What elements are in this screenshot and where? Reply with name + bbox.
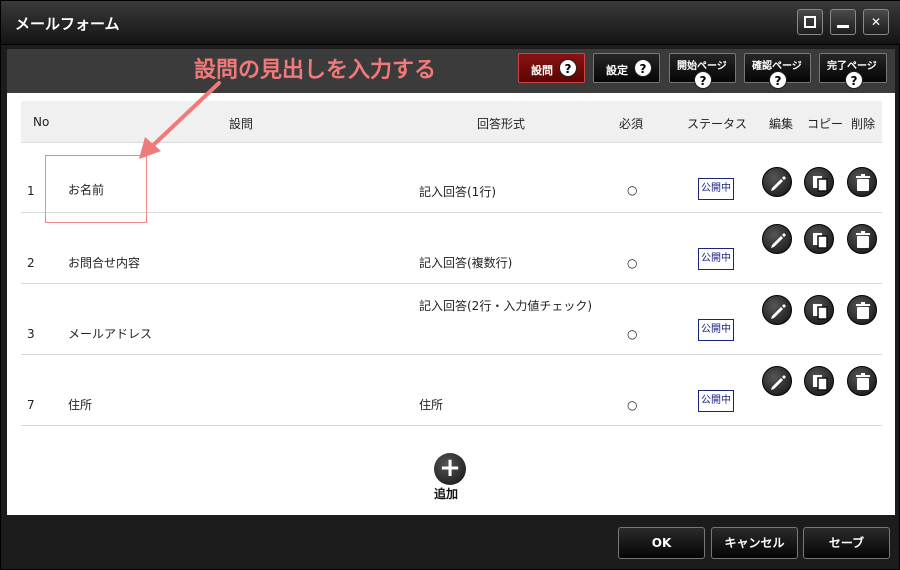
- tab-settings[interactable]: 設定 ?: [593, 53, 660, 83]
- row-no: 2: [27, 256, 35, 270]
- status-badge[interactable]: 公開中: [698, 248, 734, 270]
- col-edit: 編集: [769, 117, 794, 131]
- row-no: 3: [27, 327, 35, 341]
- table-row[interactable]: 7 住所 住所 ○ 公開中: [21, 355, 882, 426]
- copy-button[interactable]: [804, 366, 834, 396]
- edit-button[interactable]: [762, 366, 792, 396]
- table-row[interactable]: 2 お問合せ内容 記入回答(複数行) ○ 公開中: [21, 213, 882, 284]
- tab-confirm-page[interactable]: 確認ページ ?: [744, 53, 811, 89]
- edit-button[interactable]: [762, 167, 792, 197]
- edit-icon: [771, 176, 786, 191]
- annotation-highlight-box: [45, 155, 147, 223]
- help-icon[interactable]: ?: [769, 71, 787, 89]
- col-question: 設問: [229, 117, 254, 131]
- col-required: 必須: [619, 117, 644, 131]
- col-format: 回答形式: [477, 117, 526, 131]
- add-question-button[interactable]: +: [434, 453, 466, 485]
- edit-button[interactable]: [762, 295, 792, 325]
- row-no: 7: [27, 398, 35, 412]
- delete-button[interactable]: [847, 167, 877, 197]
- delete-icon: [856, 302, 870, 319]
- row-format: 記入回答(2行・入力値チェック): [419, 299, 592, 313]
- delete-button[interactable]: [847, 366, 877, 396]
- add-label: 追加: [434, 487, 459, 501]
- col-copy: コピー: [807, 117, 844, 131]
- annotation-arrow: [139, 81, 221, 159]
- title-bar[interactable]: メールフォーム ✕: [1, 1, 900, 45]
- status-badge[interactable]: 公開中: [698, 178, 734, 200]
- row-required: ○: [627, 398, 638, 412]
- tab-label: 確認ページ: [752, 61, 802, 72]
- copy-icon: [813, 233, 828, 249]
- tab-label: 設定: [606, 64, 628, 77]
- edit-icon: [771, 233, 786, 248]
- copy-icon: [813, 304, 828, 320]
- help-icon[interactable]: ?: [559, 59, 577, 77]
- delete-icon: [856, 174, 870, 191]
- row-question[interactable]: 住所: [68, 396, 92, 413]
- tab-label: 設問: [531, 64, 553, 77]
- tab-label: 開始ページ: [677, 61, 727, 72]
- window-title: メールフォーム: [15, 15, 120, 33]
- close-icon: ✕: [870, 15, 882, 29]
- copy-button[interactable]: [804, 167, 834, 197]
- close-button[interactable]: ✕: [863, 9, 889, 35]
- col-delete: 削除: [851, 117, 876, 131]
- tab-start-page[interactable]: 開始ページ ?: [669, 53, 736, 89]
- help-icon[interactable]: ?: [694, 71, 712, 89]
- save-button[interactable]: セーブ: [803, 527, 890, 559]
- delete-button[interactable]: [847, 295, 877, 325]
- maximize-button[interactable]: [797, 9, 823, 35]
- col-no: No: [33, 115, 50, 129]
- edit-icon: [771, 375, 786, 390]
- tab-label: 完了ページ: [827, 61, 877, 72]
- tab-complete-page[interactable]: 完了ページ ?: [819, 53, 887, 89]
- minimize-button[interactable]: [830, 9, 856, 35]
- minimize-icon: [837, 25, 849, 28]
- copy-icon: [813, 176, 828, 192]
- table-row[interactable]: 3 メールアドレス 記入回答(2行・入力値チェック) ○ 公開中: [21, 284, 882, 355]
- row-format: 記入回答(1行): [419, 185, 496, 199]
- row-question[interactable]: お問合せ内容: [68, 254, 140, 271]
- status-badge[interactable]: 公開中: [698, 319, 734, 341]
- annotation-text: 設問の見出しを入力する: [194, 58, 437, 83]
- help-icon[interactable]: ?: [845, 71, 863, 89]
- delete-button[interactable]: [847, 224, 877, 254]
- plus-icon: +: [439, 453, 461, 483]
- col-status: ステータス: [687, 117, 748, 131]
- edit-button[interactable]: [762, 224, 792, 254]
- mail-form-window: メールフォーム ✕ 設問 ? 設定 ? 開始ページ ? 確認ページ ? 完了ペー…: [0, 0, 900, 570]
- tab-questions[interactable]: 設問 ?: [518, 53, 585, 83]
- status-badge[interactable]: 公開中: [698, 390, 734, 412]
- delete-icon: [856, 373, 870, 390]
- row-format: 住所: [419, 398, 444, 412]
- row-required: ○: [627, 327, 638, 341]
- maximize-icon: [804, 16, 816, 28]
- copy-button[interactable]: [804, 295, 834, 325]
- copy-icon: [813, 375, 828, 391]
- ok-button[interactable]: OK: [618, 527, 705, 559]
- row-question[interactable]: メールアドレス: [68, 325, 152, 342]
- edit-icon: [771, 304, 786, 319]
- help-icon[interactable]: ?: [634, 59, 652, 77]
- row-required: ○: [627, 256, 638, 270]
- copy-button[interactable]: [804, 224, 834, 254]
- row-no: 1: [27, 184, 35, 198]
- row-required: ○: [627, 183, 638, 197]
- row-format: 記入回答(複数行): [419, 256, 513, 270]
- delete-icon: [856, 231, 870, 248]
- cancel-button[interactable]: キャンセル: [711, 527, 798, 559]
